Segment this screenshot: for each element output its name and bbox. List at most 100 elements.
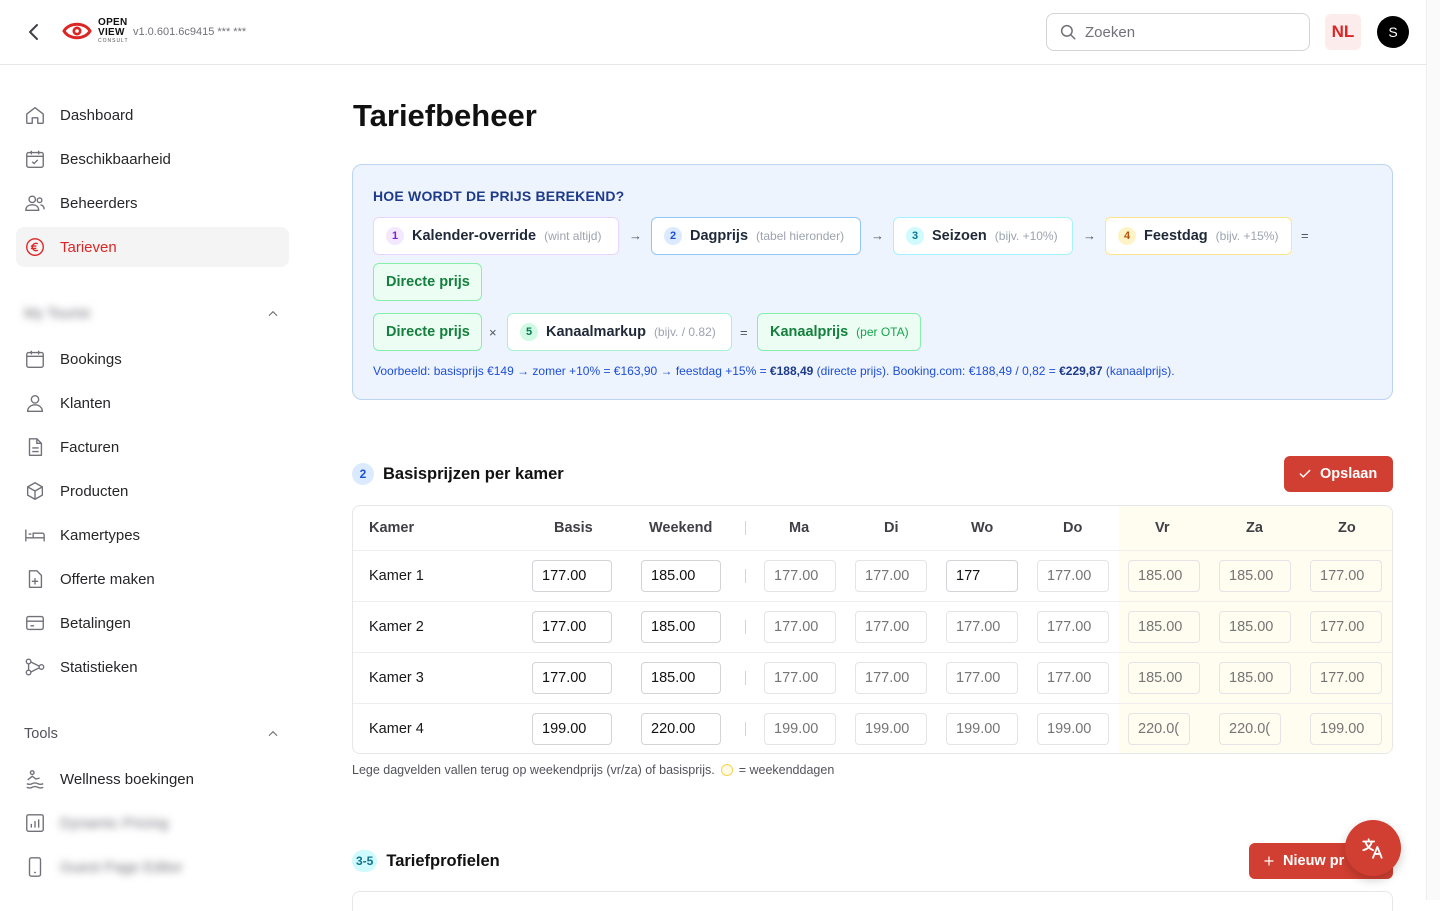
- sidebar-item-klanten[interactable]: Klanten: [16, 383, 289, 423]
- day-price-ma[interactable]: [764, 611, 836, 643]
- step-hint: (tabel hieronder): [756, 229, 845, 243]
- room-name: Kamer 1: [369, 568, 424, 584]
- day-price-do[interactable]: [1037, 713, 1109, 745]
- plus-icon: [1264, 856, 1274, 866]
- day-price-di[interactable]: [855, 611, 927, 643]
- day-price-za[interactable]: [1219, 662, 1291, 694]
- check-icon: [1299, 469, 1311, 478]
- user-avatar[interactable]: S: [1377, 16, 1409, 48]
- day-price-vr[interactable]: [1128, 713, 1190, 745]
- step-label: Directe prijs: [386, 274, 470, 290]
- day-price-di[interactable]: [855, 560, 927, 592]
- chevron-up-icon: [268, 310, 278, 317]
- weekend-price-input[interactable]: [641, 713, 721, 745]
- sidebar-item-kamertypes[interactable]: Kamertypes: [16, 515, 289, 555]
- day-price-di[interactable]: [855, 662, 927, 694]
- sidebar-item-producten[interactable]: Producten: [16, 471, 289, 511]
- section-number-badge: 2: [352, 463, 374, 485]
- scrollbar[interactable]: [1426, 0, 1440, 900]
- day-price-do[interactable]: [1037, 662, 1109, 694]
- day-price-wo[interactable]: [946, 662, 1018, 694]
- sidebar-item-label: Kamertypes: [60, 526, 141, 544]
- sidebar-item-label: Beheerders: [60, 194, 138, 212]
- back-icon[interactable]: [22, 20, 46, 44]
- day-price-za[interactable]: [1219, 560, 1291, 592]
- day-price-vr[interactable]: [1128, 560, 1200, 592]
- day-price-za[interactable]: [1219, 611, 1291, 643]
- section-title: Basisprijzen per kamer: [383, 464, 564, 483]
- day-price-do[interactable]: [1037, 611, 1109, 643]
- day-price-ma[interactable]: [764, 560, 836, 592]
- day-price-vr[interactable]: [1128, 662, 1200, 694]
- sidebar-section-tools[interactable]: Tools: [24, 726, 280, 742]
- step-dagprijs: 2 Dagprijs (tabel hieronder): [651, 217, 861, 255]
- day-price-za[interactable]: [1219, 713, 1281, 745]
- info-title: HOE WORDT DE PRIJS BEREKEND?: [373, 188, 625, 204]
- day-price-vr[interactable]: [1128, 611, 1200, 643]
- sidebar-item-label: Tarieven: [60, 238, 117, 256]
- column-header: Zo: [1338, 520, 1356, 536]
- weekend-price-input[interactable]: [641, 662, 721, 694]
- basis-price-input[interactable]: [532, 611, 612, 643]
- translate-fab-button[interactable]: [1345, 820, 1401, 876]
- basis-price-input[interactable]: [532, 662, 612, 694]
- day-price-wo[interactable]: [946, 560, 1018, 592]
- direct-price-input: Directe prijs: [373, 313, 482, 351]
- day-price-zo[interactable]: [1310, 560, 1382, 592]
- column-header: Do: [1063, 520, 1083, 536]
- search-input[interactable]: [1085, 23, 1285, 41]
- sidebar-item-label: Offerte maken: [60, 570, 155, 588]
- sidebar-item-wellness-boekingen[interactable]: Wellness boekingen: [16, 759, 289, 799]
- arrow-icon: →: [871, 228, 884, 243]
- room-name: Kamer 3: [369, 670, 424, 686]
- sidebar-item-label: Guest Page Editor: [60, 858, 183, 876]
- price-calculation-info: HOE WORDT DE PRIJS BEREKEND? 1 Kalender-…: [352, 164, 1393, 400]
- sidebar-item-offerte-maken[interactable]: Offerte maken: [16, 559, 289, 599]
- sidebar-item-label: Betalingen: [60, 614, 131, 632]
- logo[interactable]: OPEN VIEW CONSULT: [62, 18, 129, 44]
- save-button[interactable]: Opslaan: [1284, 456, 1393, 492]
- day-price-di[interactable]: [855, 713, 927, 745]
- basis-price-input[interactable]: [532, 713, 612, 745]
- spa-icon: [26, 770, 44, 789]
- sidebar-item-beheerders[interactable]: Beheerders: [16, 183, 289, 223]
- weekend-price-input[interactable]: [641, 560, 721, 592]
- network-icon: [25, 658, 45, 676]
- day-price-wo[interactable]: [946, 611, 1018, 643]
- day-price-ma[interactable]: [764, 713, 836, 745]
- search-box[interactable]: [1046, 13, 1310, 51]
- weekend-price-input[interactable]: [641, 611, 721, 643]
- sidebar-item-label: Wellness boekingen: [60, 770, 194, 788]
- sidebar-item-facturen[interactable]: Facturen: [16, 427, 289, 467]
- sidebar-item-betalingen[interactable]: Betalingen: [16, 603, 289, 643]
- day-price-ma[interactable]: [764, 662, 836, 694]
- step-hint: (bijv. +15%): [1215, 229, 1279, 243]
- day-price-wo[interactable]: [946, 713, 1018, 745]
- sidebar-item-dashboard[interactable]: Dashboard: [16, 95, 289, 135]
- sidebar-item-label: Beschikbaarheid: [60, 150, 171, 168]
- day-price-zo[interactable]: [1310, 611, 1382, 643]
- times-sign: ×: [489, 325, 497, 340]
- base-prices-table: Kamer Basis Weekend Ma Di Wo Do Vr Za Zo…: [352, 505, 1393, 754]
- file-plus-icon: [28, 570, 43, 588]
- main-content: Tariefbeheer HOE WORDT DE PRIJS BEREKEND…: [305, 65, 1426, 911]
- sidebar-item-tarieven[interactable]: Tarieven: [16, 227, 289, 267]
- sidebar-item-guest-page-editor[interactable]: Guest Page Editor: [16, 847, 289, 887]
- column-header: Di: [884, 520, 899, 536]
- sidebar-item-statistieken[interactable]: Statistieken: [16, 647, 289, 687]
- day-price-zo[interactable]: [1310, 662, 1382, 694]
- basis-price-input[interactable]: [532, 560, 612, 592]
- table-row: Kamer 3: [353, 652, 1392, 703]
- table-footnote: Lege dagvelden vallen terug op weekendpr…: [352, 763, 834, 777]
- sidebar-item-bookings[interactable]: Bookings: [16, 339, 289, 379]
- sidebar-item-dynamic-pricing[interactable]: Dynamic Pricing: [16, 803, 289, 843]
- day-price-do[interactable]: [1037, 560, 1109, 592]
- smartphone-icon: [28, 857, 42, 877]
- language-button[interactable]: NL: [1325, 14, 1361, 50]
- sidebar-section-my-tourist[interactable]: My Tourist: [24, 306, 280, 322]
- bed-icon: [25, 529, 45, 542]
- table-row: Kamer 4: [353, 703, 1392, 753]
- step-label: Dagprijs: [690, 228, 749, 244]
- day-price-zo[interactable]: [1310, 713, 1382, 745]
- sidebar-item-beschikbaarheid[interactable]: Beschikbaarheid: [16, 139, 289, 179]
